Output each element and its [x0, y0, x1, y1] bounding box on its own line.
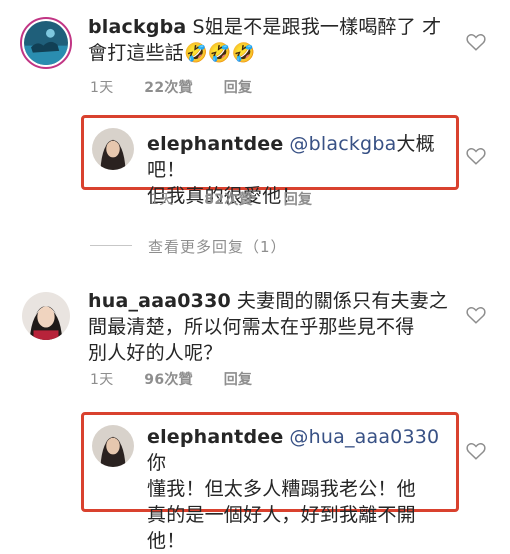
- comment-body-line: 你: [147, 452, 167, 474]
- avatar-hua-aaa0330[interactable]: [22, 292, 70, 340]
- like-count[interactable]: 22次贊: [144, 77, 193, 97]
- username[interactable]: elephantdee: [147, 426, 283, 448]
- like-count[interactable]: 96次贊: [144, 369, 193, 389]
- comment-body-line: 別人好的人呢？: [88, 342, 223, 364]
- like-heart-icon[interactable]: [465, 304, 487, 326]
- like-heart-icon[interactable]: [465, 31, 487, 53]
- comment-text: blackgba S姐是不是跟我一樣喝醉了 才 會打這些話🤣🤣🤣: [88, 14, 468, 66]
- comment-text: hua_aaa0330 夫妻間的關係只有夫妻之 間最清楚，所以何需太在乎那些見不得…: [88, 288, 478, 366]
- view-more-replies-link[interactable]: 查看更多回复（1）: [148, 236, 287, 257]
- username[interactable]: blackgba: [88, 16, 186, 38]
- reply-button[interactable]: 回复: [284, 189, 313, 209]
- comment-body-line: 夫妻間的關係只有夫妻之: [236, 290, 449, 312]
- like-heart-icon[interactable]: [465, 145, 487, 167]
- comment-body-line: 真的是一個好人，好到我離不開: [147, 504, 416, 526]
- avatar-elephantdee[interactable]: [92, 425, 134, 467]
- comment-body-line: 懂我！但太多人糟蹋我老公！他: [147, 478, 416, 500]
- like-count[interactable]: 82次贊: [204, 189, 253, 209]
- reply-text: elephantdee @hua_aaa0330 你 懂我！但太多人糟蹋我老公！他…: [147, 424, 457, 554]
- comment-time: 1天: [90, 80, 114, 96]
- avatar-image: [22, 292, 70, 340]
- comment-body-line: S姐是不是跟我一樣喝醉了 才: [192, 16, 442, 38]
- comment-meta: 1天 96次贊 回复: [90, 369, 278, 389]
- avatar-image: [92, 425, 134, 467]
- username[interactable]: hua_aaa0330: [88, 290, 231, 312]
- comment-time: 1天: [90, 372, 114, 388]
- comment-time: 1天: [150, 192, 174, 208]
- reply-button[interactable]: 回复: [224, 369, 253, 389]
- avatar-image: [24, 21, 68, 65]
- mention-link[interactable]: @hua_aaa0330: [289, 426, 439, 448]
- view-more-divider: [90, 245, 132, 246]
- comment-body-line: 會打這些話🤣🤣🤣: [88, 42, 256, 64]
- comment-body-line: 間最清楚，所以何需太在乎那些見不得: [88, 316, 415, 338]
- username[interactable]: elephantdee: [147, 133, 283, 155]
- avatar-elephantdee[interactable]: [92, 128, 134, 170]
- avatar-image: [92, 128, 134, 170]
- comment-body-line: 他！: [147, 530, 186, 552]
- reply-button[interactable]: 回复: [224, 77, 253, 97]
- like-heart-icon[interactable]: [465, 440, 487, 462]
- avatar-blackgba[interactable]: [20, 17, 72, 69]
- comment-meta: 1天 22次贊 回复: [90, 77, 278, 97]
- comment-meta: 1天 82次贊 回复: [150, 189, 338, 209]
- mention-link[interactable]: @blackgba: [289, 133, 396, 155]
